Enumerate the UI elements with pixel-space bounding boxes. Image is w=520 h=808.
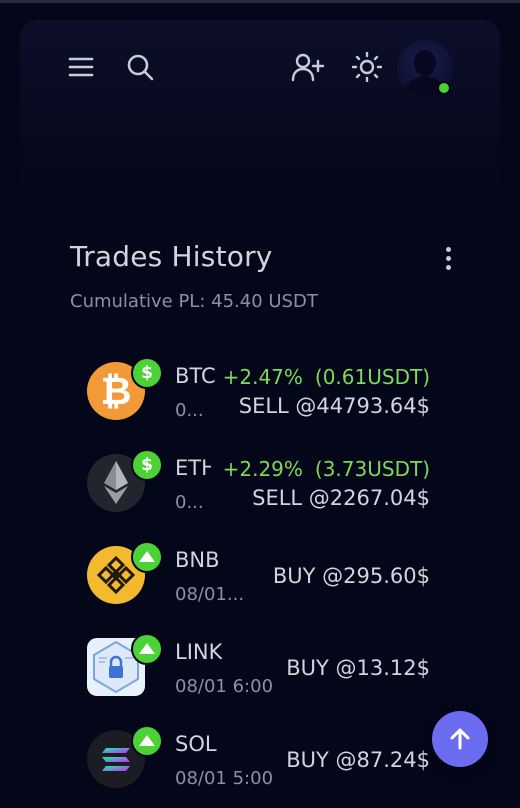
trade-symbol: BTC bbox=[175, 364, 216, 388]
trade-row-eth[interactable]: $ ETH 0... +2.29% (3.73USDT) SELL @2267.0… bbox=[0, 444, 520, 532]
trade-pl: +2.29% (3.73USDT) bbox=[223, 457, 430, 481]
trade-pl-percent: +2.47% bbox=[222, 365, 303, 389]
scroll-to-top-button[interactable] bbox=[432, 711, 488, 767]
arrow-up-badge-icon bbox=[131, 725, 163, 757]
sun-icon[interactable] bbox=[350, 50, 384, 84]
cumulative-pl: Cumulative PL: 45.40 USDT bbox=[70, 291, 318, 312]
trade-symbol: LINK bbox=[175, 640, 223, 664]
trade-row-link[interactable]: LINK 08/01 6:00 BUY @13.12$ bbox=[0, 628, 520, 716]
user-plus-icon[interactable] bbox=[290, 50, 326, 84]
arrow-up-badge-icon bbox=[131, 541, 163, 573]
arrow-up-icon bbox=[450, 728, 470, 750]
trade-order: BUY @87.24$ bbox=[286, 748, 430, 772]
dollar-badge-icon: $ bbox=[131, 449, 163, 481]
trade-symbol: SOL bbox=[175, 732, 217, 756]
search-icon[interactable] bbox=[124, 51, 156, 83]
trade-pl-amount: (0.61USDT) bbox=[314, 365, 430, 389]
trade-pl-amount: (3.73USDT) bbox=[314, 457, 430, 481]
trade-symbol: BNB bbox=[175, 548, 220, 572]
trade-order: SELL @2267.04$ bbox=[252, 486, 430, 510]
trade-order: BUY @13.12$ bbox=[286, 656, 430, 680]
trade-order: SELL @44793.64$ bbox=[238, 394, 430, 418]
status-bar-line bbox=[0, 0, 520, 3]
trade-pl-percent: +2.29% bbox=[222, 457, 303, 481]
trade-time: 08/01 6:00 bbox=[175, 676, 274, 697]
online-status-dot bbox=[437, 81, 451, 95]
trade-row-btc[interactable]: ₿ $ BTC 0... +2.47% (0.61USDT) SELL @4479… bbox=[0, 352, 520, 440]
trade-time: 0... bbox=[175, 400, 204, 421]
trade-time: 0... bbox=[175, 492, 204, 513]
hamburger-menu-icon[interactable] bbox=[66, 52, 96, 82]
trade-symbol: ETH bbox=[175, 456, 211, 480]
trade-time: 08/01... bbox=[175, 584, 245, 605]
more-options-icon[interactable] bbox=[436, 242, 460, 274]
trade-pl: +2.47% (0.61USDT) bbox=[223, 365, 430, 389]
page-title: Trades History bbox=[70, 240, 273, 273]
trade-order: BUY @295.60$ bbox=[272, 564, 430, 588]
svg-text:₿: ₿ bbox=[101, 369, 132, 413]
trade-row-bnb[interactable]: BNB 08/01... BUY @295.60$ bbox=[0, 536, 520, 624]
dollar-badge-icon: $ bbox=[131, 357, 163, 389]
trade-time: 08/01 5:00 bbox=[175, 768, 274, 789]
arrow-up-badge-icon bbox=[131, 633, 163, 665]
